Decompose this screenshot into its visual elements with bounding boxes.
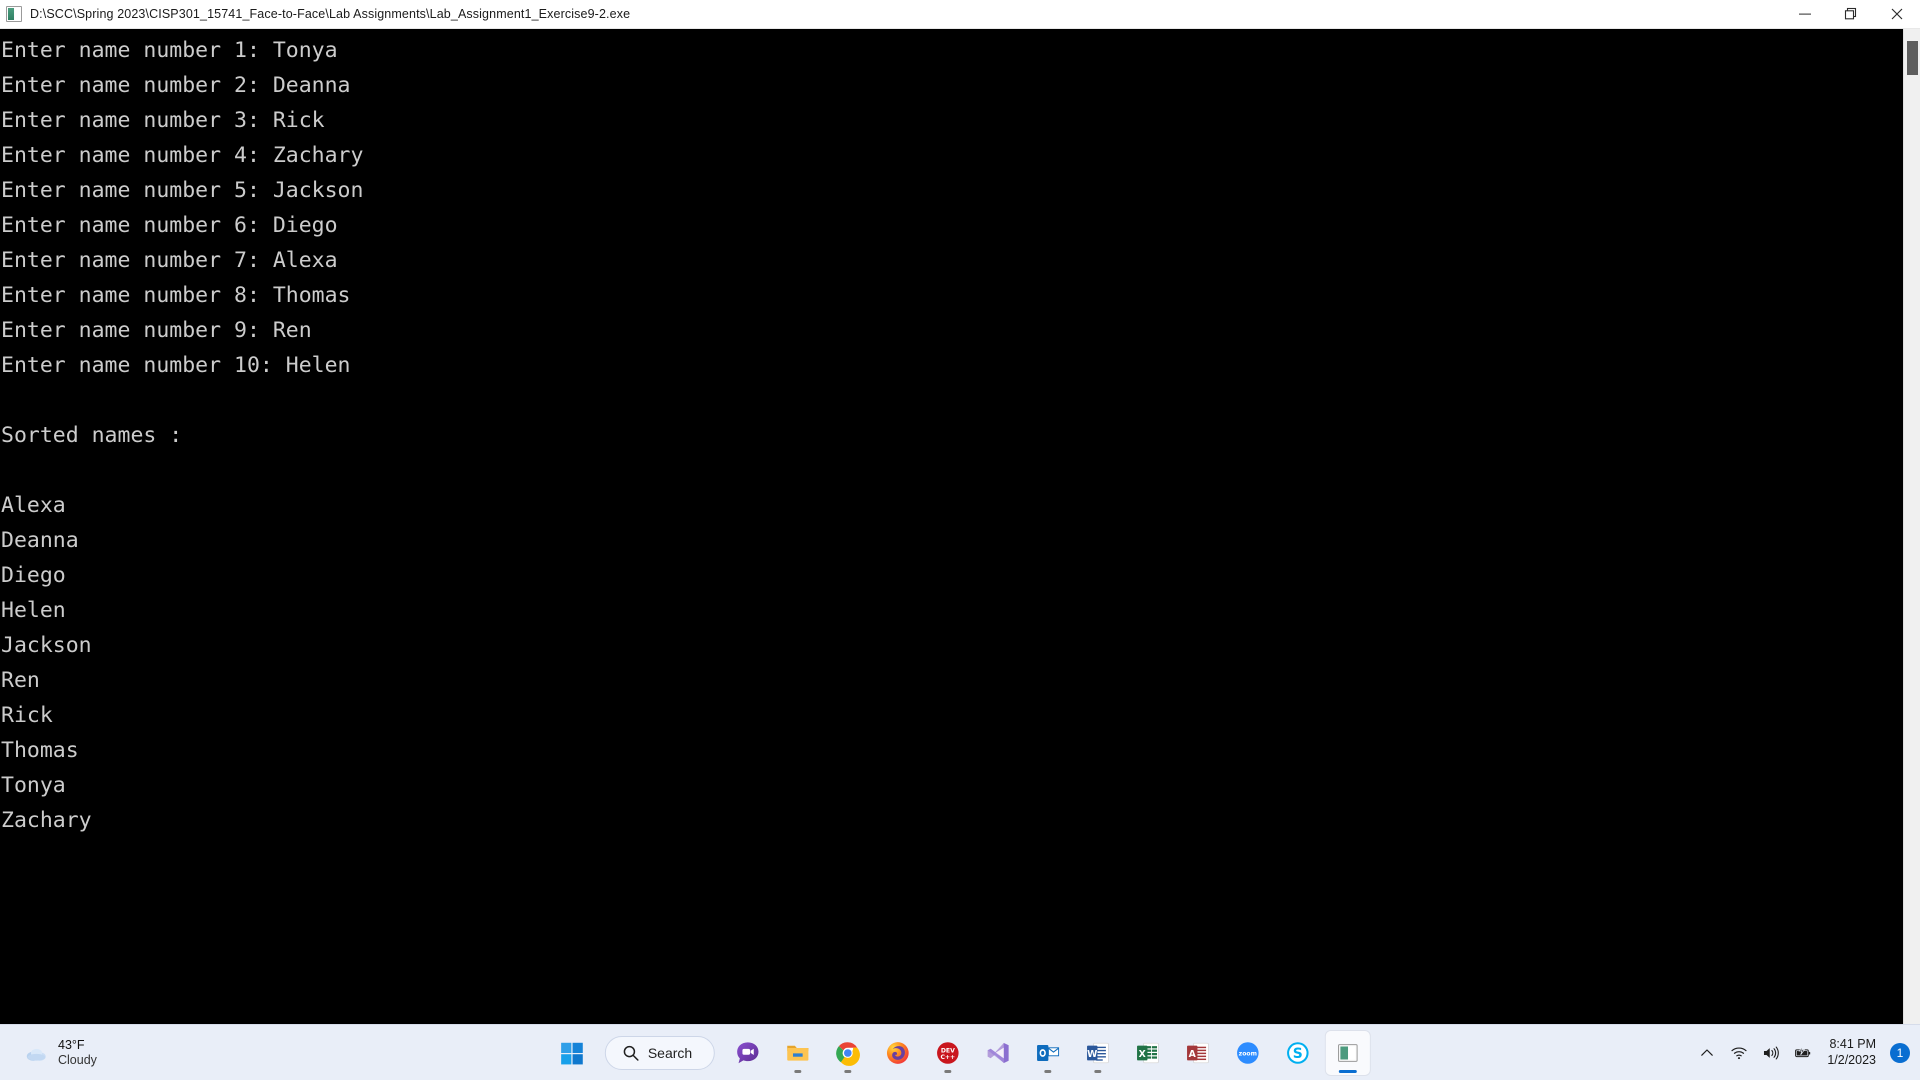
- taskbar-app-skype[interactable]: S: [1276, 1031, 1320, 1075]
- console-line: Enter name number 1: Tonya: [1, 38, 338, 63]
- access-icon: A: [1187, 1042, 1209, 1063]
- svg-text:S: S: [1293, 1046, 1303, 1062]
- titlebar-left: D:\SCC\Spring 2023\CISP301_15741_Face-to…: [0, 6, 1782, 22]
- wifi-icon: [1731, 1046, 1747, 1059]
- console-line: Zachary: [1, 808, 92, 833]
- skype-icon: S: [1287, 1041, 1309, 1064]
- taskbar-app-excel[interactable]: X: [1126, 1031, 1170, 1075]
- search-input[interactable]: Search: [604, 1035, 716, 1070]
- app-running-indicator: [1094, 1069, 1102, 1073]
- console-line: Enter name number 3: Rick: [1, 108, 325, 133]
- taskbar-app-visual-studio[interactable]: [976, 1031, 1020, 1075]
- console-line: Enter name number 8: Thomas: [1, 283, 351, 308]
- minimize-button[interactable]: [1782, 0, 1828, 29]
- console-window[interactable]: Enter name number 1: Tonya Enter name num…: [0, 29, 1920, 1024]
- console-line: Deanna: [1, 528, 79, 553]
- devcpp-icon: DEV C++: [937, 1041, 959, 1064]
- system-tray: 8:41 PM 1/2/2023 1: [1691, 1025, 1920, 1080]
- cloud-icon: [26, 1048, 46, 1061]
- search-icon: [623, 1045, 639, 1061]
- notification-badge[interactable]: 1: [1890, 1042, 1910, 1063]
- svg-text:X: X: [1139, 1048, 1146, 1059]
- taskbar-app-zoom[interactable]: zoom: [1226, 1031, 1270, 1075]
- visual-studio-icon: [987, 1042, 1009, 1063]
- console-line: Jackson: [1, 633, 92, 658]
- excel-icon: X: [1137, 1042, 1159, 1063]
- console-line: Enter name number 5: Jackson: [1, 178, 364, 203]
- console-line: Alexa: [1, 493, 66, 518]
- windows-logo-icon: [561, 1042, 583, 1064]
- clock-date: 1/2/2023: [1827, 1052, 1876, 1067]
- window-title: D:\SCC\Spring 2023\CISP301_15741_Face-to…: [30, 7, 631, 21]
- console-app-icon: [6, 6, 22, 22]
- word-icon: W: [1087, 1042, 1109, 1063]
- taskbar-app-word[interactable]: W: [1076, 1031, 1120, 1075]
- network-button[interactable]: [1723, 1033, 1755, 1073]
- console-line: Ren: [1, 668, 40, 693]
- taskbar-app-chat[interactable]: [726, 1031, 770, 1075]
- volume-icon: [1764, 1045, 1780, 1060]
- console-app-icon: [1338, 1043, 1358, 1062]
- zoom-icon: zoom: [1237, 1041, 1259, 1064]
- show-hidden-icons-button[interactable]: [1691, 1033, 1723, 1073]
- console-line: Diego: [1, 563, 66, 588]
- search-label: Search: [647, 1044, 693, 1061]
- weather-temperature: 43°F: [58, 1038, 85, 1053]
- console-line: Enter name number 4: Zachary: [1, 143, 364, 168]
- window-controls: [1782, 0, 1920, 29]
- console-line: Helen: [1, 598, 66, 623]
- taskbar-app-outlook[interactable]: [1026, 1031, 1070, 1075]
- weather-text: 43°F Cloudy: [58, 1038, 97, 1067]
- taskbar: 43°F Cloudy Search DEV C++ W X A zoom S …: [0, 1024, 1920, 1080]
- svg-text:W: W: [1087, 1048, 1097, 1059]
- console-line: Rick: [1, 703, 53, 728]
- outlook-icon: [1037, 1044, 1060, 1061]
- battery-charging-icon: [1795, 1045, 1811, 1057]
- svg-text:zoom: zoom: [1239, 1050, 1257, 1057]
- svg-text:C++: C++: [941, 1053, 956, 1060]
- scrollbar-thumb[interactable]: [1907, 41, 1918, 75]
- console-line: Sorted names :: [1, 423, 183, 448]
- taskbar-app-access[interactable]: A: [1176, 1031, 1220, 1075]
- taskbar-app-dev-cpp[interactable]: DEV C++: [926, 1031, 970, 1075]
- restore-button[interactable]: [1828, 0, 1874, 29]
- console-line: Enter name number 6: Diego: [1, 213, 338, 238]
- taskbar-app-file-explorer[interactable]: [776, 1031, 820, 1075]
- console-line: Enter name number 9: Ren: [1, 318, 312, 343]
- folder-icon: [787, 1045, 809, 1061]
- app-active-indicator: [1339, 1069, 1358, 1073]
- app-running-indicator: [1044, 1069, 1052, 1073]
- taskbar-clock[interactable]: 8:41 PM 1/2/2023: [1819, 1037, 1886, 1068]
- taskbar-app-firefox[interactable]: [876, 1031, 920, 1075]
- console-line: Thomas: [1, 738, 79, 763]
- close-button[interactable]: [1874, 0, 1920, 29]
- app-running-indicator: [794, 1069, 802, 1073]
- app-running-indicator: [944, 1069, 952, 1073]
- console-scrollbar[interactable]: [1903, 29, 1920, 1024]
- taskbar-app-google-chrome[interactable]: [826, 1031, 870, 1075]
- volume-button[interactable]: [1755, 1033, 1787, 1073]
- window-titlebar[interactable]: D:\SCC\Spring 2023\CISP301_15741_Face-to…: [0, 0, 1920, 29]
- start-button[interactable]: [550, 1031, 594, 1075]
- taskbar-app-console-app[interactable]: [1326, 1030, 1371, 1075]
- console-line: Enter name number 7: Alexa: [1, 248, 338, 273]
- taskbar-center-cluster: Search DEV C++ W X A zoom S: [547, 1025, 1373, 1080]
- firefox-icon: [887, 1041, 910, 1064]
- console-line: Tonya: [1, 773, 66, 798]
- console-output[interactable]: Enter name number 1: Tonya Enter name num…: [0, 29, 1903, 1024]
- console-line: Enter name number 10: Helen: [1, 353, 351, 378]
- chat-video-icon: [737, 1041, 759, 1063]
- clock-time: 8:41 PM: [1829, 1036, 1876, 1051]
- desktop: D:\SCC\Spring 2023\CISP301_15741_Face-to…: [0, 0, 1920, 1080]
- weather-widget[interactable]: 43°F Cloudy: [14, 1034, 107, 1071]
- chevron-up-icon: [1701, 1048, 1714, 1056]
- console-line: Enter name number 2: Deanna: [1, 73, 351, 98]
- chrome-icon: [836, 1041, 861, 1066]
- svg-text:A: A: [1189, 1048, 1197, 1059]
- app-running-indicator: [844, 1069, 852, 1073]
- weather-condition: Cloudy: [58, 1052, 97, 1067]
- battery-button[interactable]: [1787, 1033, 1819, 1073]
